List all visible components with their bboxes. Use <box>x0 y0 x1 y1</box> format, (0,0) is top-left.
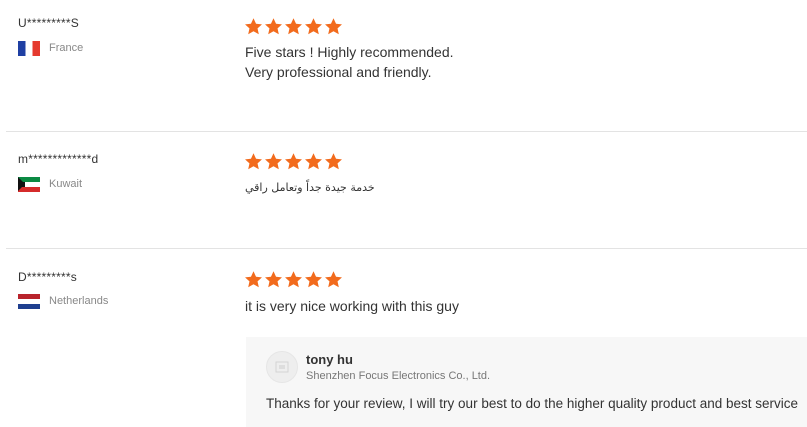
star-icon <box>304 152 323 171</box>
star-icon <box>284 270 303 289</box>
star-icon <box>324 270 343 289</box>
star-icon <box>244 152 263 171</box>
star-icon <box>264 270 283 289</box>
country-name: Kuwait <box>49 178 83 190</box>
supplier-reply: tony hu Shenzhen Focus Electronics Co., … <box>246 337 807 427</box>
reply-author: tony hu <box>306 352 353 367</box>
reviewer-name: m*************d <box>18 152 99 166</box>
review-text-line: Very professional and friendly. <box>245 64 432 80</box>
star-icon <box>324 152 343 171</box>
star-icon <box>264 17 283 36</box>
review-item: m*************d Kuwait خدمة جيدة جداً وت… <box>0 132 807 249</box>
star-icon <box>324 17 343 36</box>
france-flag-icon <box>18 40 40 56</box>
reviewer-country: Netherlands <box>18 293 108 309</box>
review-item: U*********S France Five stars ! Highly r… <box>0 0 807 132</box>
review-text-line: it is very nice working with this guy <box>245 298 459 314</box>
star-icon <box>264 152 283 171</box>
country-name: Netherlands <box>49 295 109 307</box>
reviews-list: U*********S France Five stars ! Highly r… <box>0 0 807 427</box>
star-icon <box>244 270 263 289</box>
star-icon <box>244 17 263 36</box>
star-icon <box>284 152 303 171</box>
reply-company: Shenzhen Focus Electronics Co., Ltd. <box>306 370 491 382</box>
country-name: France <box>49 42 84 54</box>
kuwait-flag-icon <box>18 176 40 192</box>
star-rating <box>244 152 343 171</box>
reply-text: Thanks for your review, I will try our b… <box>266 396 799 411</box>
star-icon <box>284 17 303 36</box>
star-rating <box>244 17 343 36</box>
review-text-line: Five stars ! Highly recommended. <box>245 44 454 60</box>
reviewer-name: D*********s <box>18 270 77 284</box>
reviewer-country: Kuwait <box>18 176 82 192</box>
reviewer-country: France <box>18 40 83 56</box>
reviewer-name: U*********S <box>18 16 79 30</box>
star-icon <box>304 270 323 289</box>
review-text-line: خدمة جيدة جداً وتعامل راقي <box>245 181 375 194</box>
star-icon <box>304 17 323 36</box>
netherlands-flag-icon <box>18 293 40 309</box>
star-rating <box>244 270 343 289</box>
supplier-avatar-icon <box>266 351 298 383</box>
